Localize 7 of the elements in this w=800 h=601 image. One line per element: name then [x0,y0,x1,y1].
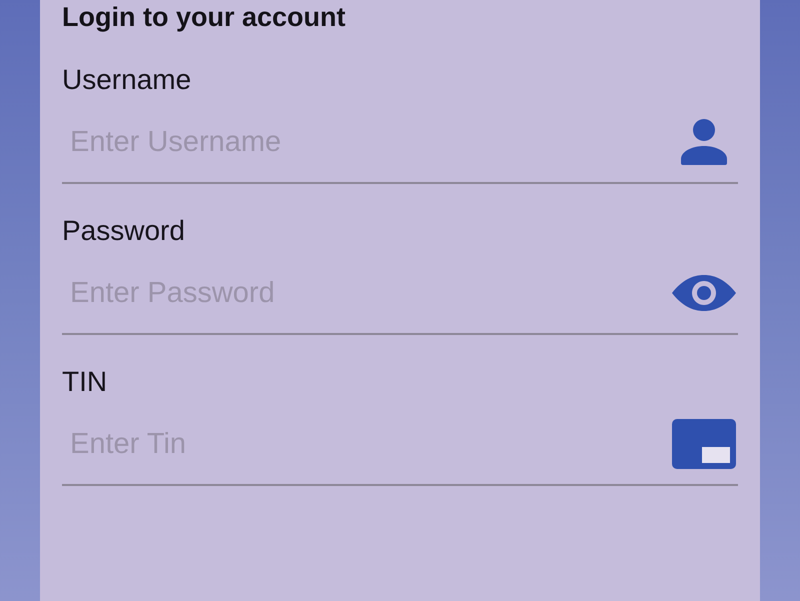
field-label: Username [62,64,192,96]
field-label: TIN [62,366,108,398]
field-label: Password [62,215,186,247]
card-icon [672,419,736,469]
eye-icon[interactable] [672,275,736,311]
form-title: Login to your account [62,1,346,32]
person-icon [681,119,727,165]
